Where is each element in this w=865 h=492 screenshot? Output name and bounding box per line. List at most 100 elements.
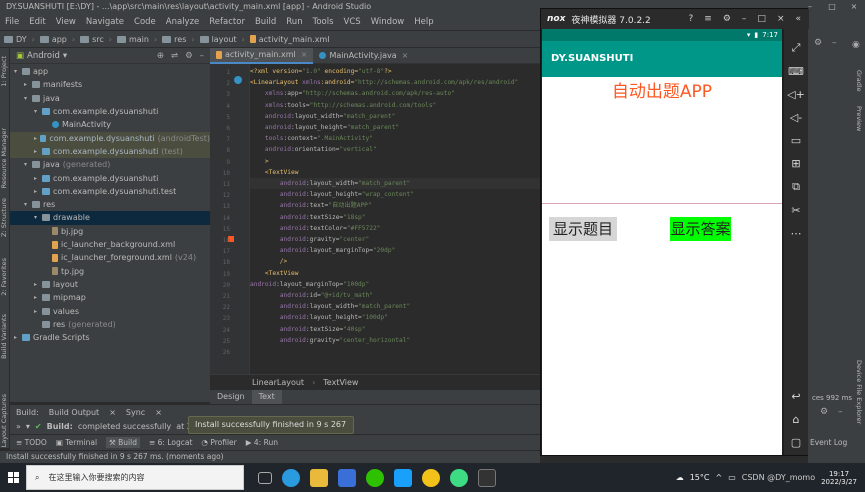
add-apk-icon[interactable]: ⊞: [791, 157, 800, 170]
breadcrumb-linearlayout[interactable]: LinearLayout: [252, 378, 304, 387]
screen-icon[interactable]: ▭: [791, 134, 801, 147]
show-question-button[interactable]: 显示题目: [549, 217, 617, 241]
gear-icon[interactable]: ⚙: [814, 38, 822, 48]
chevron-right-icon[interactable]: ▸: [34, 175, 42, 182]
chevron-right-icon[interactable]: ▸: [34, 148, 42, 155]
maximize-icon[interactable]: □: [757, 14, 766, 24]
fullscreen-icon[interactable]: ⤢: [792, 41, 801, 55]
expand-icon[interactable]: »: [16, 422, 21, 431]
tree-item[interactable]: ▾ drawable: [10, 211, 210, 225]
home-icon[interactable]: ⌂: [793, 413, 800, 426]
app-icon-x[interactable]: [338, 468, 356, 487]
chevron-down-icon[interactable]: ▾: [24, 161, 32, 168]
tool-device-file-explorer[interactable]: Device File Explorer: [853, 360, 863, 424]
tree-item[interactable]: ▸ mipmap: [10, 291, 210, 304]
left-tool-1[interactable]: Resource Manager: [0, 128, 10, 188]
close-icon[interactable]: ×: [301, 50, 308, 59]
close-icon[interactable]: ×: [155, 408, 162, 417]
breadcrumb-item-2[interactable]: src: [76, 35, 108, 44]
chevron-right-icon[interactable]: ▸: [34, 308, 42, 315]
tree-item[interactable]: ▾ java: [10, 92, 210, 105]
breadcrumb-item-0[interactable]: DY: [0, 35, 31, 44]
keyboard-icon[interactable]: ⌨: [788, 65, 804, 78]
file-explorer-icon[interactable]: [310, 468, 328, 487]
video-app-icon[interactable]: [394, 468, 412, 487]
menu-item-9[interactable]: Tools: [308, 17, 339, 27]
tray-chevron-icon[interactable]: ^: [715, 473, 722, 482]
android-studio-icon[interactable]: [450, 468, 468, 487]
tree-item[interactable]: ic_launcher_foreground.xml (v24): [10, 251, 210, 264]
tab-activity-main[interactable]: activity_main.xml ×: [210, 47, 314, 64]
wechat-icon[interactable]: [366, 468, 384, 487]
tree-item[interactable]: tp.jpg: [10, 265, 210, 278]
tree-item[interactable]: MainActivity: [10, 118, 210, 131]
maximize-icon[interactable]: □: [821, 0, 843, 14]
tree-item[interactable]: ▾ java (generated): [10, 158, 210, 171]
recent-apps-icon[interactable]: ▢: [791, 436, 801, 449]
tab-text[interactable]: Text: [251, 390, 282, 404]
show-answer-button[interactable]: 显示答案: [670, 217, 731, 241]
close-icon[interactable]: ×: [843, 0, 865, 14]
help-icon[interactable]: ?: [689, 14, 694, 24]
menu-item-11[interactable]: Window: [366, 17, 410, 27]
tree-item[interactable]: res (generated): [10, 318, 210, 331]
volume-down-icon[interactable]: ◁-: [790, 111, 802, 124]
close-icon[interactable]: ×: [109, 408, 116, 417]
more-icon[interactable]: ⋯: [791, 227, 802, 240]
tree-item[interactable]: ▾ com.example.dysuanshuti: [10, 105, 210, 118]
gear-icon[interactable]: ⚙: [820, 407, 828, 417]
tool-run[interactable]: ▶ 4: Run: [246, 438, 278, 447]
menu-item-6[interactable]: Refactor: [204, 17, 250, 27]
close-icon[interactable]: ×: [402, 51, 409, 60]
gear-icon[interactable]: ⚙: [723, 14, 731, 24]
tree-item[interactable]: ▸ com.example.dysuanshuti (androidTest): [10, 131, 210, 145]
hide-icon[interactable]: –: [838, 407, 843, 417]
taskbar-search[interactable]: ⌕ 在这里输入你要搜索的内容: [26, 465, 244, 490]
left-tool-2[interactable]: Z: Structure: [0, 198, 10, 237]
tree-item[interactable]: ▾ app: [10, 65, 210, 78]
network-icon[interactable]: ▭: [728, 473, 736, 482]
chevron-down-icon[interactable]: ▾: [63, 51, 67, 61]
breadcrumb-item-6[interactable]: activity_main.xml: [246, 35, 334, 44]
back-icon[interactable]: ↩: [791, 390, 800, 403]
minimize-icon[interactable]: –: [742, 14, 747, 24]
collapse-icon[interactable]: ⇌: [171, 51, 178, 61]
menu-item-0[interactable]: File: [0, 17, 24, 27]
tree-item[interactable]: ▸ com.example.dysuanshuti.test: [10, 185, 210, 198]
hide-icon[interactable]: –: [832, 38, 837, 48]
code-editor[interactable]: <?xml version="1.0" encoding="utf-8"?> <L…: [250, 64, 540, 378]
chevron-right-icon[interactable]: ▸: [34, 281, 42, 288]
browser-icon[interactable]: [422, 468, 440, 487]
left-tool-4[interactable]: Build Variants: [0, 314, 10, 359]
tree-item[interactable]: ic_launcher_background.xml: [10, 238, 210, 251]
chevron-right-icon[interactable]: ▸: [34, 188, 42, 195]
tab-build-output[interactable]: Build Output: [49, 408, 99, 417]
chevron-down-icon[interactable]: ▾: [34, 214, 42, 221]
tree-item[interactable]: ▸ Gradle Scripts: [10, 331, 210, 344]
breadcrumb-item-1[interactable]: app: [36, 35, 71, 44]
menu-item-5[interactable]: Analyze: [161, 17, 205, 27]
breadcrumb-textview[interactable]: TextView: [323, 378, 358, 387]
menu-item-1[interactable]: Edit: [24, 17, 50, 27]
multi-window-icon[interactable]: ⧉: [792, 180, 800, 194]
task-view-icon[interactable]: [258, 471, 272, 484]
tool-terminal[interactable]: ▣ Terminal: [56, 438, 97, 447]
menu-item-10[interactable]: VCS: [339, 17, 366, 27]
tool-build[interactable]: ⚒ Build: [106, 437, 140, 448]
tab-design[interactable]: Design: [210, 390, 252, 404]
tree-item[interactable]: ▸ layout: [10, 278, 210, 291]
tree-item[interactable]: ▾ res: [10, 198, 210, 211]
menu-item-4[interactable]: Code: [129, 17, 161, 27]
chevron-right-icon[interactable]: ▸: [24, 81, 32, 88]
tab-main-activity[interactable]: MainActivity.java ×: [313, 48, 414, 64]
menu-item-12[interactable]: Help: [409, 17, 438, 27]
chevron-down-icon[interactable]: ▾: [14, 68, 22, 75]
tool-preview[interactable]: Preview: [853, 106, 863, 131]
tree-item[interactable]: ▸ values: [10, 304, 210, 317]
close-icon[interactable]: ×: [777, 14, 785, 24]
tree-item[interactable]: ▸ com.example.dysuanshuti: [10, 171, 210, 184]
tool-event-log[interactable]: Event Log: [810, 438, 847, 447]
chevron-down-icon[interactable]: ▾: [24, 201, 32, 208]
tool-todo[interactable]: ≡ TODO: [16, 438, 47, 447]
left-tool-0[interactable]: 1: Project: [0, 56, 10, 87]
